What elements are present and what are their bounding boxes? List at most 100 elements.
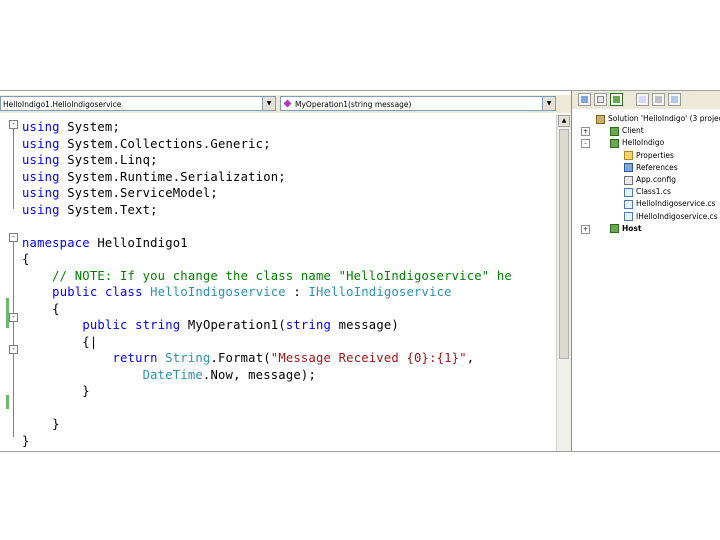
code-token: using — [22, 120, 60, 134]
change-indicator — [6, 298, 9, 328]
code-editor[interactable]: HelloIndigo1.HelloIndigoservice ▼ MyOper… — [0, 91, 572, 451]
code-token: "Message Received {0}:{1}" — [270, 351, 467, 365]
collapse-icon[interactable]: - — [581, 139, 590, 149]
tree-item[interactable]: References — [624, 162, 678, 174]
folder-icon — [624, 151, 633, 161]
outline-guide — [13, 129, 14, 209]
code-line[interactable]: using System.Linq; — [22, 152, 158, 168]
tree-item[interactable]: HelloIndigoservice.cs — [624, 198, 715, 210]
outline-guide — [13, 242, 14, 437]
tree-item-label: Host — [622, 223, 642, 233]
code-token: using — [22, 202, 60, 217]
scroll-up-icon[interactable]: ▲ — [558, 115, 570, 127]
chevron-down-icon[interactable]: ▼ — [262, 97, 275, 110]
code-token: } — [22, 384, 90, 398]
code-token: using — [22, 186, 60, 200]
code-line[interactable]: namespace HelloIndigo1 — [22, 235, 188, 251]
view-designer-button[interactable] — [652, 93, 665, 106]
code-area[interactable]: - - - - using System; using System.Collec… — [0, 115, 556, 451]
code-line[interactable]: using System.Text; — [22, 202, 158, 218]
code-token: System; — [59, 120, 120, 134]
visual-studio-window: HelloIndigo1.HelloIndigoservice ▼ MyOper… — [0, 90, 720, 452]
config-icon — [624, 175, 633, 185]
collapse-class-icon[interactable]: - — [9, 313, 18, 322]
code-line[interactable]: // NOTE: If you change the class name "H… — [22, 268, 512, 284]
collapse-usings-icon[interactable]: - — [9, 120, 18, 129]
code-token: System.Collections.Generic; — [59, 136, 271, 151]
tree-item[interactable]: Properties — [624, 150, 674, 162]
tree-item[interactable]: Class1.cs — [624, 186, 671, 198]
tree-item[interactable]: Client — [610, 125, 644, 137]
tree-item-label: HelloIndigoservice.cs — [636, 199, 716, 209]
code-token: return — [112, 351, 158, 365]
solution-icon — [596, 114, 605, 124]
code-line[interactable]: using System.Collections.Generic; — [22, 136, 271, 152]
code-token: // NOTE: If you change the class name "H… — [22, 268, 512, 283]
member-dropdown[interactable]: MyOperation1(string message) ▼ — [280, 96, 556, 111]
type-dropdown[interactable]: HelloIndigo1.HelloIndigoservice ▼ — [0, 96, 276, 111]
code-line[interactable]: } — [22, 383, 90, 399]
cs-file-icon — [624, 212, 633, 222]
tree-item-label: IHelloIndigoservice.cs — [636, 211, 718, 221]
collapse-namespace-icon[interactable]: - — [9, 233, 18, 242]
code-line[interactable]: } — [22, 433, 30, 449]
code-token: { — [22, 252, 30, 266]
expand-icon[interactable]: + — [581, 127, 590, 137]
properties-icon — [581, 96, 588, 103]
project-icon — [610, 126, 619, 136]
tree-item[interactable]: Host — [610, 223, 641, 235]
code-token: String — [165, 351, 211, 365]
code-token: .Format( — [210, 351, 271, 365]
view-designer-icon — [655, 96, 662, 103]
solution-explorer: Solution 'HelloIndigo' (3 projects) + Clie… — [572, 91, 720, 451]
code-line[interactable]: using System; — [22, 119, 120, 135]
code-token: .Now, message); — [202, 367, 316, 382]
code-line[interactable]: { — [22, 301, 60, 317]
class-diagram-icon — [671, 96, 678, 103]
code-token: , — [466, 351, 475, 365]
refresh-button[interactable] — [610, 93, 623, 106]
code-line[interactable]: using System.ServiceModel; — [22, 185, 218, 201]
scrollbar-thumb[interactable] — [559, 129, 569, 359]
project-icon — [610, 224, 619, 234]
code-token: System.ServiceModel; — [59, 186, 218, 200]
tree-item[interactable]: HelloIndigo — [610, 137, 664, 149]
code-line[interactable]: { — [22, 251, 30, 267]
code-token: System.Linq; — [59, 153, 158, 167]
view-code-button[interactable] — [636, 93, 649, 106]
expand-icon[interactable]: + — [581, 224, 590, 234]
show-all-files-button[interactable] — [594, 93, 607, 106]
code-line[interactable]: public class HelloIndigoservice : IHello… — [22, 284, 452, 300]
code-line[interactable]: return String.Format("Message Received {… — [22, 350, 474, 366]
code-token: using — [22, 136, 60, 151]
tree-item-label: HelloIndigo — [622, 138, 665, 148]
chevron-down-icon[interactable]: ▼ — [542, 97, 555, 110]
tree-item[interactable]: IHelloIndigoservice.cs — [624, 211, 718, 223]
code-token: string — [135, 318, 181, 332]
code-line[interactable]: {| — [22, 334, 97, 350]
properties-button[interactable] — [578, 93, 591, 106]
tree-item-label: Solution 'HelloIndigo' (3 projects) — [608, 114, 720, 123]
cs-file-icon — [624, 187, 633, 197]
solution-explorer-toolbar — [572, 91, 720, 109]
code-line[interactable]: DateTime.Now, message); — [22, 367, 316, 383]
tree-item-label: App.config — [636, 175, 676, 184]
tree-item-label: Class1.cs — [636, 187, 671, 197]
code-token: DateTime — [142, 367, 203, 382]
code-line[interactable]: using System.Runtime.Serialization; — [22, 169, 286, 185]
code-token: public — [82, 318, 128, 332]
code-line[interactable]: public string MyOperation1(string messag… — [22, 317, 399, 333]
change-indicator — [6, 395, 9, 409]
class-diagram-button[interactable] — [668, 93, 681, 106]
collapse-method-icon[interactable]: - — [9, 345, 18, 354]
code-token: {| — [22, 334, 98, 349]
vertical-scrollbar[interactable]: ▲ — [556, 115, 571, 451]
tree-item[interactable]: Solution 'HelloIndigo' (3 projects) — [596, 113, 720, 125]
code-token: System.Text; — [59, 202, 158, 217]
code-token: } — [22, 417, 60, 431]
tree-item[interactable]: App.config — [624, 174, 676, 186]
code-line[interactable]: } — [22, 416, 60, 432]
